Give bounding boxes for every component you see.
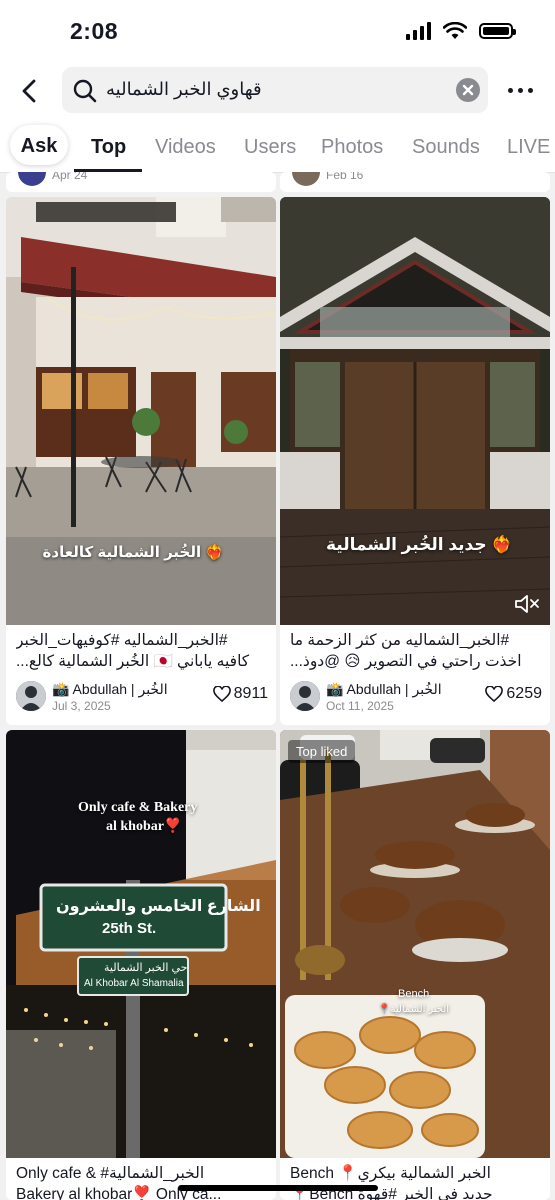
post-caption: Only cafe & #الخبر_الشمالية Bakery al kh…	[16, 1165, 222, 1200]
heart-icon	[485, 686, 504, 702]
search-input[interactable]: قهاوي الخبر الشماليه	[62, 67, 488, 113]
status-time: 2:08	[70, 18, 119, 44]
home-indicator	[178, 1185, 378, 1191]
post-caption: Bench 📍الخبر الشمالية بيكري 📍Bench جديد …	[290, 1165, 493, 1200]
author-name[interactable]: 📸 Abdullah | الخُبر	[52, 681, 168, 698]
post-caption: #الخبر_الشماليه #كوفيهات_الخبر كافيه ياب…	[16, 632, 250, 670]
tab-top[interactable]: Top	[91, 136, 126, 159]
top-liked-badge: Top liked	[288, 740, 356, 763]
partial-post-card[interactable]: Apr 24	[6, 172, 276, 192]
post-date: Jul 3, 2025	[52, 699, 111, 713]
wifi-icon	[443, 22, 467, 39]
avatar	[292, 172, 320, 186]
like-count[interactable]: 8911	[212, 685, 268, 703]
post-card[interactable]: Top liked Bench 📍الخبر الشمالية Bench 📍ا…	[280, 730, 550, 1200]
post-thumbnail[interactable]	[280, 197, 550, 625]
post-caption: #الخبر_الشماليه من كثر الزحمة ما اخذت را…	[290, 632, 522, 670]
street-sign-text: الشارع الخامس والعشرون	[56, 898, 261, 915]
video-overlay-text: Only cafe & Bakery	[78, 800, 198, 815]
mute-icon[interactable]	[514, 593, 540, 615]
search-tabs: Ask Top Videos Users Photos Sounds LIVE	[0, 120, 555, 173]
post-card[interactable]: Only cafe & Bakery al khobar❣️ الشارع ال…	[6, 730, 276, 1200]
author-name[interactable]: 📸 Abdullah | الخُبر	[326, 681, 442, 698]
battery-icon	[479, 23, 516, 39]
search-icon	[73, 79, 97, 103]
post-date: Feb 16	[326, 172, 364, 182]
post-card[interactable]: الخُبر الشمالية كالعادة ❤️‍🔥 #الخبر_الشم…	[6, 197, 276, 725]
author-avatar[interactable]	[16, 681, 46, 711]
post-date: Apr 24	[52, 172, 88, 182]
tab-photos[interactable]: Photos	[321, 136, 383, 159]
more-options-icon[interactable]	[508, 88, 533, 93]
video-overlay-text: الخُبر الشمالية كالعادة ❤️‍🔥	[42, 544, 224, 561]
back-arrow-icon[interactable]	[14, 74, 48, 108]
post-meta: 📸 Abdullah | الخُبر Jul 3, 2025 8911	[16, 681, 268, 715]
video-overlay-text: 📍الخبر الشمالية	[378, 1004, 450, 1015]
street-sign-text: Al Khobar Al Shamalia	[84, 978, 184, 989]
clear-search-button[interactable]	[456, 78, 480, 102]
post-card[interactable]: جديد الخُبر الشمالية ❤️‍🔥 #الخبر_الشمالي…	[280, 197, 550, 725]
tab-videos[interactable]: Videos	[155, 136, 216, 159]
post-meta: 📸 Abdullah | الخُبر Oct 11, 2025 6259	[290, 681, 542, 715]
like-count[interactable]: 6259	[485, 685, 542, 703]
heart-icon	[212, 686, 231, 702]
video-overlay-text: al khobar❣️	[106, 819, 182, 834]
tab-ask[interactable]: Ask	[10, 125, 68, 165]
tab-sounds[interactable]: Sounds	[412, 136, 480, 159]
video-overlay-text: جديد الخُبر الشمالية ❤️‍🔥	[326, 535, 513, 554]
avatar	[18, 172, 46, 186]
post-thumbnail[interactable]	[6, 730, 276, 1158]
post-date: Oct 11, 2025	[326, 699, 394, 713]
author-avatar[interactable]	[290, 681, 320, 711]
video-overlay-text: Bench	[398, 988, 430, 1000]
tab-live[interactable]: LIVE	[507, 136, 550, 159]
search-query-text: قهاوي الخبر الشماليه	[106, 79, 262, 99]
street-sign-text: 25th St.	[102, 920, 157, 937]
partial-post-card[interactable]: Feb 16	[280, 172, 550, 192]
tab-users[interactable]: Users	[244, 136, 296, 159]
search-header: قهاوي الخبر الشماليه	[0, 64, 555, 120]
cellular-signal-icon	[406, 22, 431, 40]
close-icon	[462, 84, 474, 96]
status-bar: 2:08	[0, 0, 555, 64]
post-thumbnail[interactable]	[280, 730, 550, 1158]
street-sign-text: حي الخبر الشمالية	[104, 962, 188, 974]
